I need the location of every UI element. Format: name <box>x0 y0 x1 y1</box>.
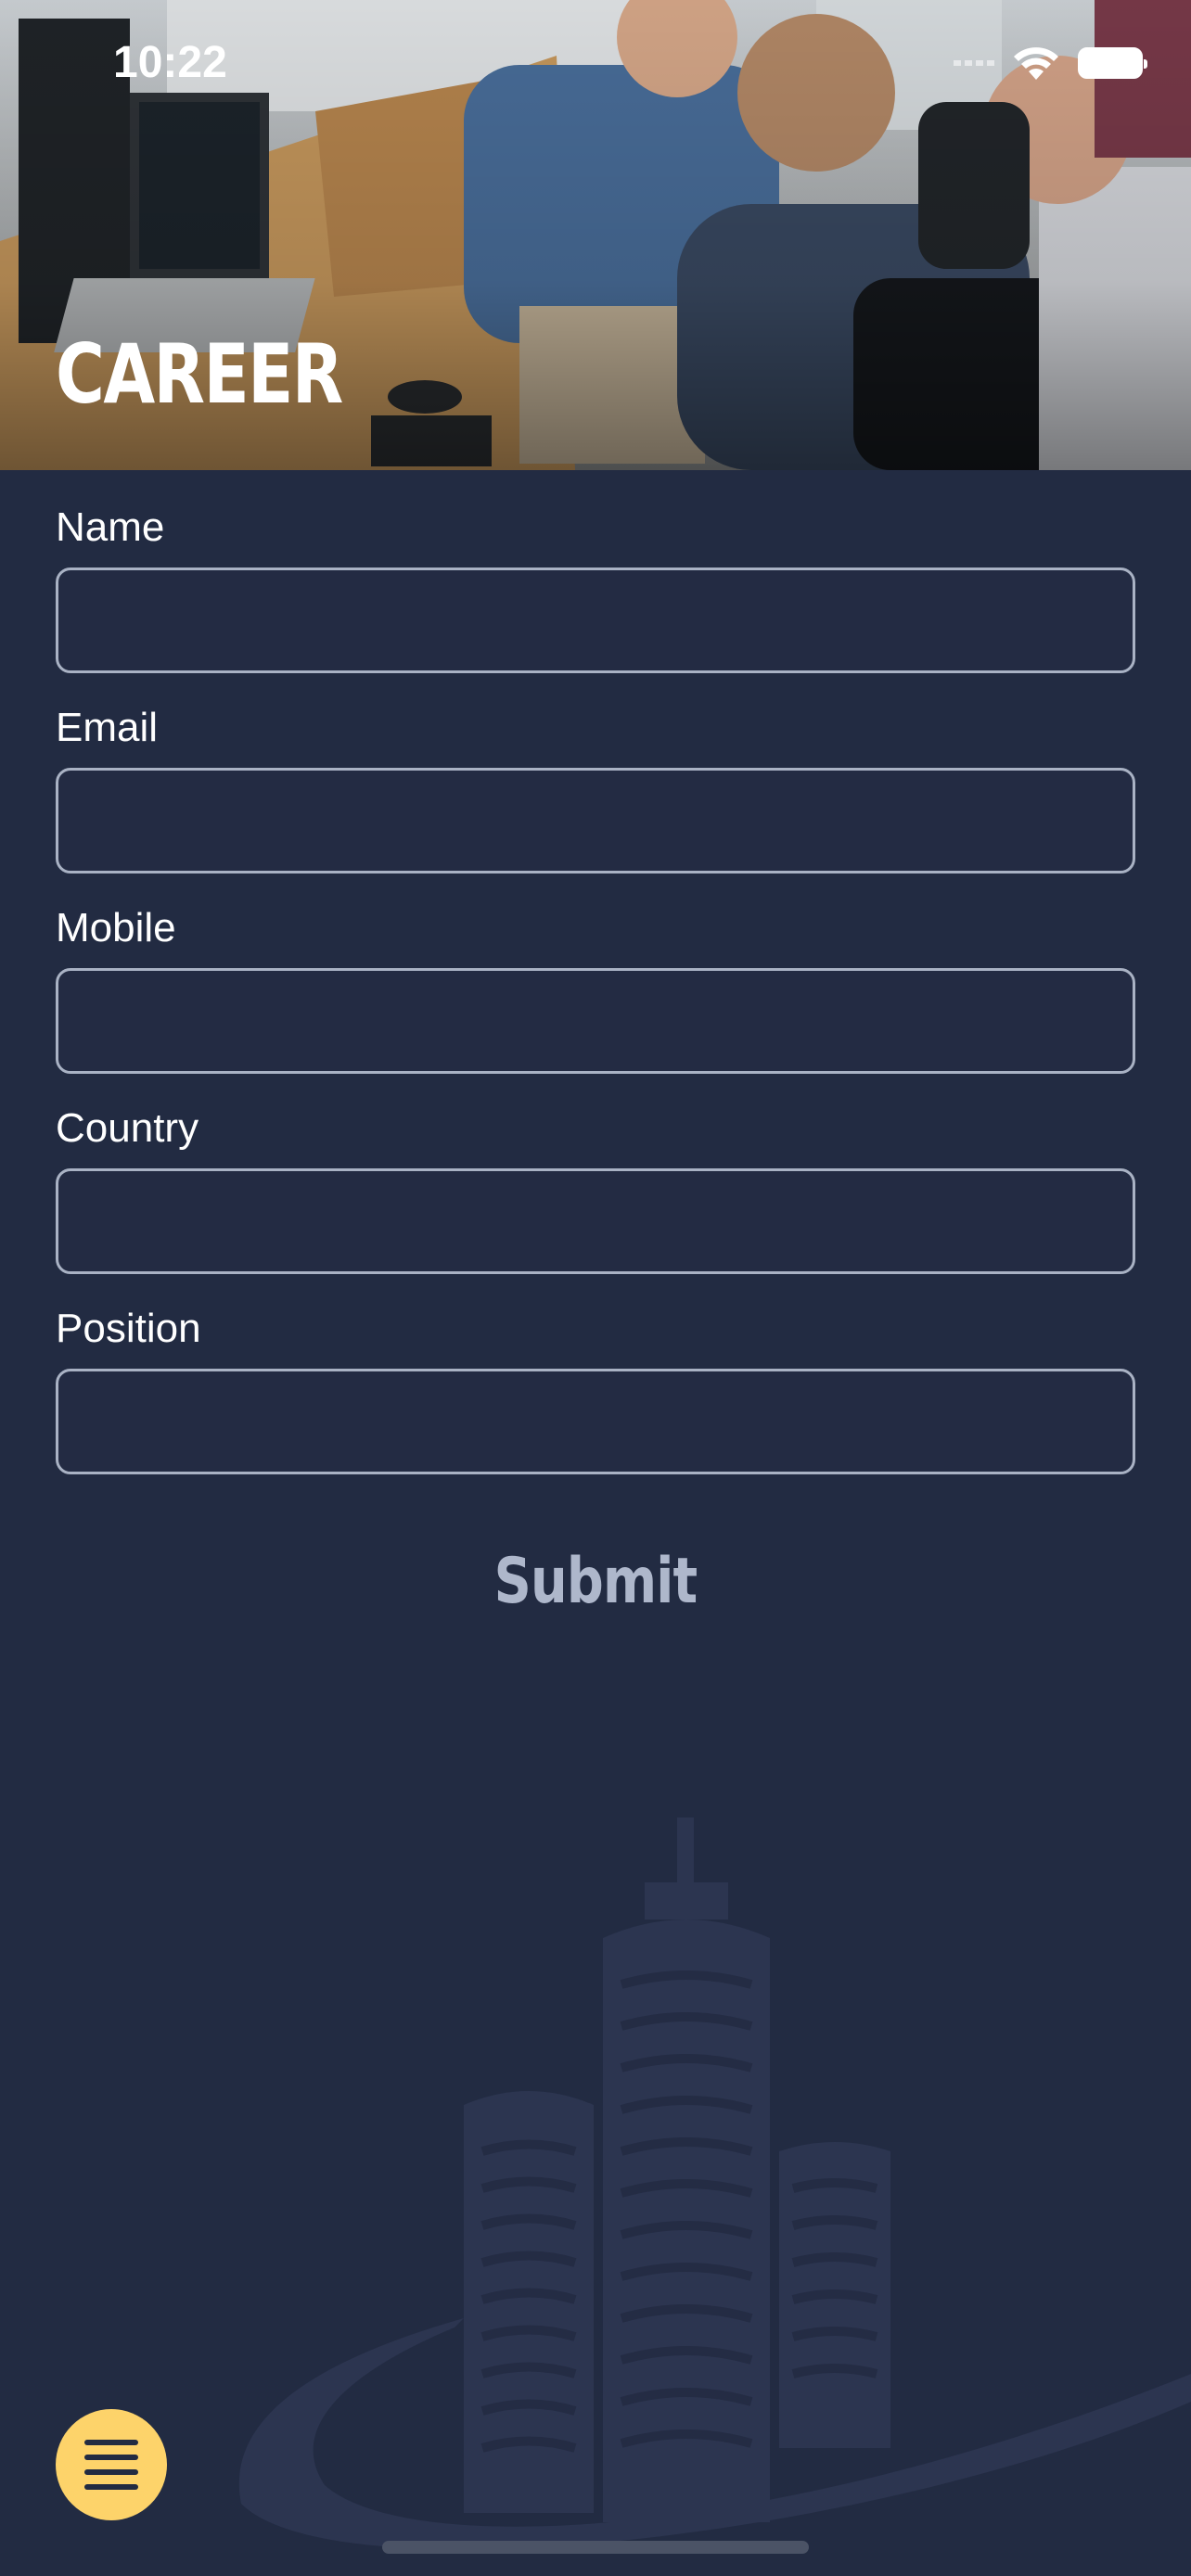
submit-button[interactable]: Submit <box>481 1539 710 1623</box>
hamburger-menu-icon <box>84 2440 138 2490</box>
country-field[interactable] <box>56 1168 1135 1274</box>
email-label: Email <box>56 705 159 750</box>
home-indicator[interactable] <box>382 2541 809 2554</box>
position-field[interactable] <box>56 1369 1135 1474</box>
status-bar-time: 10:22 <box>113 38 227 87</box>
battery-icon <box>1078 47 1147 79</box>
wifi-icon <box>1014 47 1058 80</box>
menu-button[interactable] <box>56 2409 167 2520</box>
career-page: 10:22 CAREER Name Email Mobile Country P… <box>0 0 1191 2576</box>
mobile-field[interactable] <box>56 968 1135 1074</box>
cellular-signal-icon <box>954 60 994 66</box>
name-field[interactable] <box>56 567 1135 673</box>
name-label: Name <box>56 504 165 550</box>
page-title: CAREER <box>56 326 343 422</box>
buildings-watermark-icon <box>238 1817 1191 2550</box>
mobile-label: Mobile <box>56 905 176 950</box>
country-label: Country <box>56 1105 199 1151</box>
position-label: Position <box>56 1306 201 1351</box>
email-field[interactable] <box>56 768 1135 874</box>
career-form: Name Email Mobile Country Position <box>56 501 1135 1502</box>
status-bar-icons <box>954 45 1147 82</box>
